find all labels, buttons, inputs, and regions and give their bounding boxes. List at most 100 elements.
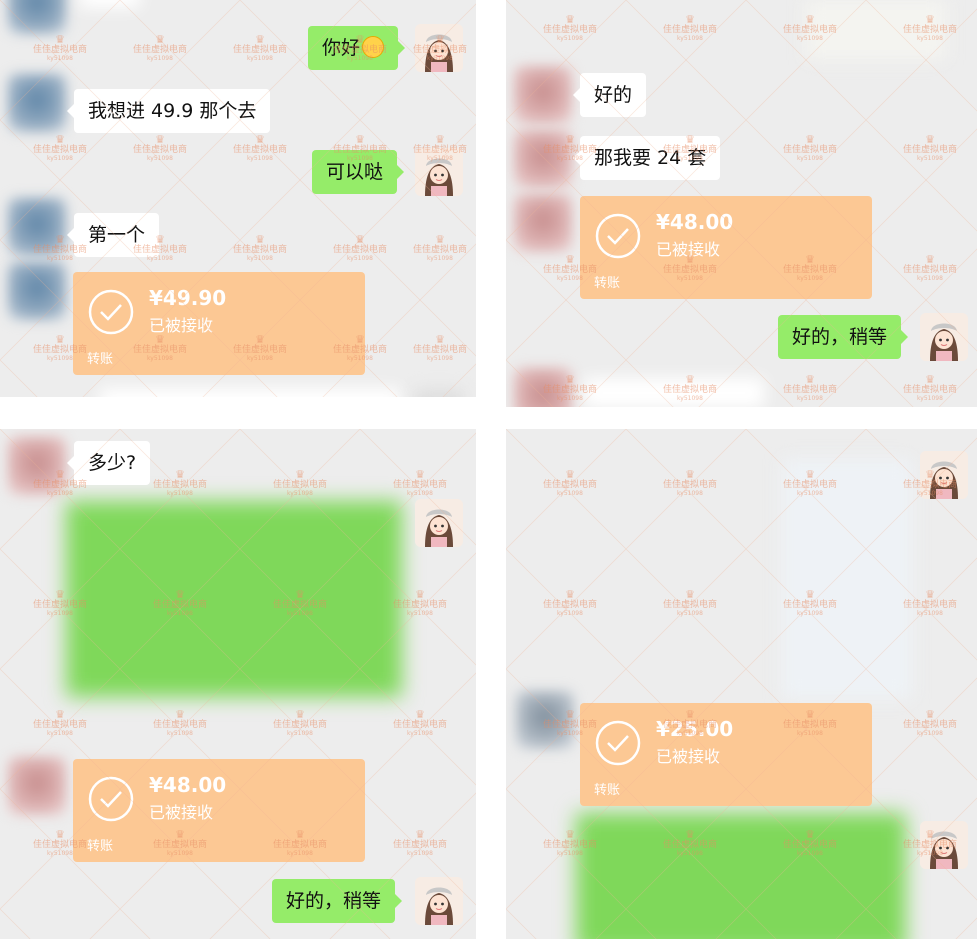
message-bubble-sent[interactable]: 你好: [308, 26, 406, 70]
watermark-id: ky51098: [677, 35, 703, 42]
watermark-name: 佳佳虚拟电商: [152, 720, 207, 730]
crown-icon: ♛: [55, 708, 65, 721]
message-text: 你好: [322, 37, 361, 59]
blurred-avatar: [415, 390, 463, 397]
watermark-logo: ♛ 佳佳虚拟电商 ky51098: [120, 34, 200, 62]
watermark-name: 佳佳虚拟电商: [662, 600, 717, 610]
check-circle-icon: [88, 776, 134, 822]
watermark-id: ky51098: [427, 255, 453, 262]
watermark-logo: ♛ 佳佳虚拟电商 ky51098: [400, 334, 476, 362]
contact-avatar[interactable]: [514, 368, 572, 407]
watermark-name: 佳佳虚拟电商: [332, 245, 387, 255]
watermark-id: ky51098: [147, 55, 173, 62]
watermark-name: 佳佳虚拟电商: [32, 720, 87, 730]
watermark-logo: ♛ 佳佳虚拟电商 ky51098: [140, 709, 220, 737]
watermark-name: 佳佳虚拟电商: [132, 45, 187, 55]
watermark-logo: ♛ 佳佳虚拟电商 ky51098: [890, 134, 970, 162]
blurred-message: [80, 0, 140, 8]
user-avatar[interactable]: [415, 499, 463, 547]
transfer-card[interactable]: ¥48.00 已被接收 转账: [580, 196, 872, 299]
watermark-name: 佳佳虚拟电商: [232, 45, 287, 55]
transfer-amount: ¥48.00: [656, 210, 734, 234]
user-avatar[interactable]: [415, 24, 463, 72]
watermark-logo: ♛ 佳佳虚拟电商 ky51098: [140, 469, 220, 497]
message-bubble-sent[interactable]: 好的，稍等: [778, 315, 909, 359]
crown-icon: ♛: [435, 233, 445, 246]
user-avatar[interactable]: [415, 877, 463, 925]
watermark-id: ky51098: [407, 850, 433, 857]
watermark-id: ky51098: [47, 55, 73, 62]
contact-avatar[interactable]: [514, 66, 572, 124]
watermark-name: 佳佳虚拟电商: [662, 480, 717, 490]
contact-avatar[interactable]: [8, 198, 66, 256]
chat-panel-4: ¥25.00 已被接收 转账 ♛ 佳佳虚拟电商 ky51098 ♛ 佳佳虚拟电商 ky51…: [506, 429, 977, 939]
user-avatar[interactable]: [415, 148, 463, 196]
girl-avatar-icon: [415, 24, 463, 72]
watermark-id: ky51098: [287, 730, 313, 737]
crown-icon: ♛: [925, 133, 935, 146]
crown-icon: ♛: [255, 33, 265, 46]
message-bubble-sent[interactable]: 好的，稍等: [272, 879, 403, 923]
transfer-status: 已被接收: [656, 240, 721, 259]
message-bubble-received[interactable]: 好的: [572, 73, 647, 117]
watermark-logo: ♛ 佳佳虚拟电商 ky51098: [530, 14, 610, 42]
watermark-logo: ♛ 佳佳虚拟电商 ky51098: [260, 709, 340, 737]
watermark-logo: ♛ 佳佳虚拟电商 ky51098: [770, 134, 850, 162]
watermark-id: ky51098: [797, 395, 823, 402]
crown-icon: ♛: [685, 13, 695, 26]
contact-avatar[interactable]: [8, 757, 66, 815]
watermark-id: ky51098: [47, 730, 73, 737]
contact-avatar[interactable]: [8, 437, 66, 495]
transfer-card[interactable]: ¥48.00 已被接收 转账: [73, 759, 365, 862]
user-avatar[interactable]: [920, 821, 968, 869]
watermark-name: 佳佳虚拟电商: [902, 385, 957, 395]
crown-icon: ♛: [565, 588, 575, 601]
watermark-id: ky51098: [677, 610, 703, 617]
crown-icon: ♛: [175, 708, 185, 721]
watermark-name: 佳佳虚拟电商: [412, 345, 467, 355]
transfer-card[interactable]: ¥25.00 已被接收 转账: [580, 703, 872, 806]
watermark-name: 佳佳虚拟电商: [272, 480, 327, 490]
watermark-id: ky51098: [677, 490, 703, 497]
crown-icon: ♛: [805, 373, 815, 386]
transfer-status: 已被接收: [149, 803, 214, 822]
contact-avatar[interactable]: [516, 691, 574, 749]
contact-avatar[interactable]: [8, 0, 66, 34]
crown-icon: ♛: [295, 708, 305, 721]
contact-avatar[interactable]: [514, 194, 572, 252]
contact-avatar[interactable]: [8, 74, 66, 132]
message-bubble-sent[interactable]: 可以哒: [312, 150, 405, 194]
contact-avatar[interactable]: [514, 130, 572, 188]
watermark-name: 佳佳虚拟电商: [232, 145, 287, 155]
transfer-card[interactable]: ¥49.90 已被接收 转账: [73, 272, 365, 375]
message-bubble-received[interactable]: 我想进 49.9 那个去: [66, 89, 271, 133]
watermark-id: ky51098: [917, 395, 943, 402]
watermark-name: 佳佳虚拟电商: [412, 245, 467, 255]
message-bubble-received[interactable]: 多少?: [66, 441, 151, 485]
transfer-label: 转账: [87, 839, 114, 854]
crown-icon: ♛: [925, 253, 935, 266]
crown-icon: ♛: [255, 233, 265, 246]
watermark-id: ky51098: [247, 155, 273, 162]
watermark-name: 佳佳虚拟电商: [32, 45, 87, 55]
user-avatar[interactable]: [920, 451, 968, 499]
message-bubble-received[interactable]: 那我要 24 套: [572, 136, 721, 180]
contact-avatar[interactable]: [8, 262, 66, 320]
crown-icon: ♛: [435, 133, 445, 146]
user-avatar[interactable]: [920, 313, 968, 361]
watermark-logo: ♛ 佳佳虚拟电商 ky51098: [220, 234, 300, 262]
blurred-image: [782, 459, 912, 699]
watermark-id: ky51098: [347, 255, 373, 262]
watermark-id: ky51098: [147, 155, 173, 162]
watermark-id: ky51098: [167, 490, 193, 497]
watermark-name: 佳佳虚拟电商: [272, 720, 327, 730]
message-bubble-received[interactable]: 第一个: [66, 213, 160, 257]
girl-avatar-icon: [920, 313, 968, 361]
girl-avatar-icon: [415, 148, 463, 196]
watermark-id: ky51098: [427, 355, 453, 362]
blurred-image: [806, 0, 946, 60]
blurred-image: [576, 813, 906, 939]
watermark-logo: ♛ 佳佳虚拟电商 ky51098: [770, 374, 850, 402]
crown-icon: ♛: [155, 133, 165, 146]
transfer-label: 转账: [594, 276, 621, 291]
